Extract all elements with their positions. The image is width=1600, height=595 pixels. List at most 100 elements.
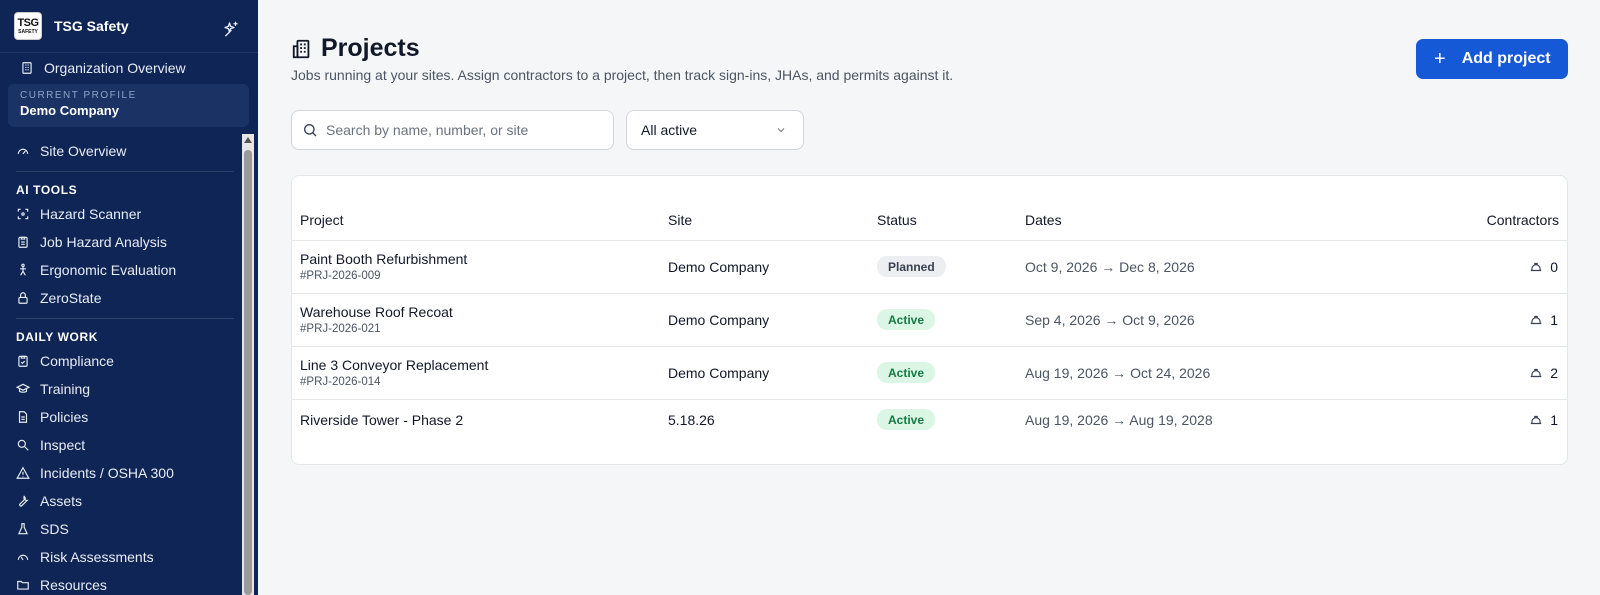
hard-hat-icon [1530,368,1542,378]
sidebar-header: TSG SAFETY TSG Safety [0,0,258,53]
sidebar-item-job-hazard-analysis[interactable]: Job Hazard Analysis [0,228,242,256]
current-profile-value: Demo Company [20,103,119,118]
column-header-contractors[interactable]: Contractors [1487,212,1559,228]
plus-icon: + [1434,47,1446,70]
divider [16,318,234,319]
status-badge: Active [877,409,936,430]
table-row[interactable]: Line 3 Conveyor Replacement #PRJ-2026-01… [292,347,1567,400]
site-cell: Demo Company [668,259,770,275]
sidebar-item-label: Ergonomic Evaluation [40,262,177,278]
sidebar-item-label: Risk Assessments [40,549,154,565]
scan-icon [17,208,29,220]
column-header-status[interactable]: Status [877,212,917,228]
sidebar-item-resources[interactable]: Resources [0,571,242,595]
sidebar-nav: Site Overview AI TOOLS Hazard Scanner Jo… [0,132,242,595]
sidebar-item-training[interactable]: Training [0,375,242,403]
sidebar-item-policies[interactable]: Policies [0,403,242,431]
project-cell: Riverside Tower - Phase 2 [300,412,463,428]
current-profile[interactable]: CURRENT PROFILE Demo Company [8,84,249,127]
project-name[interactable]: Warehouse Roof Recoat [300,304,453,320]
current-profile-label: CURRENT PROFILE [20,90,137,101]
page-header: Projects [291,34,420,63]
add-project-label: Add project [1461,50,1551,67]
tsg-logo[interactable]: TSG SAFETY [14,12,42,40]
clipboard-icon [18,236,28,248]
table-row[interactable]: Paint Booth Refurbishment #PRJ-2026-009 … [292,241,1567,294]
building-icon [292,39,310,58]
project-name[interactable]: Riverside Tower - Phase 2 [300,412,463,428]
wrench-icon [19,495,29,507]
person-icon [20,263,26,276]
lock-icon [18,292,28,304]
project-name[interactable]: Paint Booth Refurbishment [300,251,467,267]
org-overview-label: Organization Overview [44,60,186,76]
status-filter-select[interactable]: All active [626,110,804,150]
divider [16,171,234,172]
gauge-icon [17,554,29,561]
chevron-down-icon [777,128,785,133]
sidebar-item-inspect[interactable]: Inspect [0,431,242,459]
sidebar-item-label: Resources [40,577,107,593]
add-project-button[interactable]: + Add project [1416,39,1568,79]
sidebar-item-assets[interactable]: Assets [0,487,242,515]
project-number: #PRJ-2026-021 [300,323,381,335]
org-overview-link[interactable]: Organization Overview [20,60,186,76]
sidebar-item-incidents[interactable]: Incidents / OSHA 300 [0,459,242,487]
sidebar-item-site-overview[interactable]: Site Overview [0,137,242,165]
table-header: Project Site Status Dates Contractors [292,176,1567,241]
contractor-count: 1 [1550,312,1558,328]
clipboard-check-icon [18,355,28,367]
sidebar-item-label: Assets [40,493,83,509]
table-row[interactable]: Riverside Tower - Phase 2 5.18.26 Active… [292,400,1567,453]
contractor-count: 0 [1550,259,1558,275]
sidebar-item-sds[interactable]: SDS [0,515,242,543]
main-content: Projects Jobs running at your sites. Ass… [258,0,1600,595]
sidebar-item-label: Job Hazard Analysis [40,234,167,250]
project-cell: Line 3 Conveyor Replacement #PRJ-2026-01… [300,357,488,388]
building-icon [22,62,32,74]
site-cell: Demo Company [668,365,770,381]
folder-icon [17,580,29,590]
sidebar-item-label: Policies [40,409,89,425]
sidebar-item-compliance[interactable]: Compliance [0,347,242,375]
sidebar-item-label: Training [40,381,91,397]
search-box[interactable] [291,110,614,150]
sparkle-pin-icon[interactable] [222,20,240,38]
sidebar-item-zerostate[interactable]: ZeroState [0,284,242,312]
project-name[interactable]: Line 3 Conveyor Replacement [300,357,488,373]
flask-icon [18,523,28,535]
scrollbar-thumb[interactable] [244,150,252,595]
search-input[interactable] [326,122,596,138]
sidebar-scrollbar[interactable] [242,134,254,595]
search-icon [304,124,317,137]
contractors-cell: 0 [1529,259,1558,275]
status-badge: Active [877,362,936,383]
dates-cell: Aug 19, 2026 → Aug 19, 2028 [1025,412,1213,428]
column-header-dates[interactable]: Dates [1025,212,1062,228]
table-row[interactable]: Warehouse Roof Recoat #PRJ-2026-021 Demo… [292,294,1567,347]
contractor-count: 2 [1550,365,1558,381]
sidebar-item-label: SDS [40,521,69,537]
hard-hat-icon [1530,415,1542,425]
column-header-project[interactable]: Project [300,212,344,228]
hard-hat-icon [1530,262,1542,272]
site-cell: Demo Company [668,312,770,328]
section-ai-tools: AI TOOLS [16,183,78,197]
sidebar-item-hazard-scanner[interactable]: Hazard Scanner [0,200,242,228]
contractors-cell: 1 [1529,312,1558,328]
dates-cell: Oct 9, 2026 → Dec 8, 2026 [1025,259,1195,275]
sidebar-item-ergonomic-evaluation[interactable]: Ergonomic Evaluation [0,256,242,284]
sidebar: TSG SAFETY TSG Safety Organization Overv… [0,0,258,595]
warning-icon [16,466,30,479]
document-icon [18,411,28,423]
graduation-cap-icon [16,383,30,393]
scroll-up-arrow-icon[interactable] [244,137,252,143]
project-number: #PRJ-2026-009 [300,270,381,282]
project-number: #PRJ-2026-014 [300,376,381,388]
sidebar-item-label: Site Overview [40,143,127,159]
sidebar-item-risk-assessments[interactable]: Risk Assessments [0,543,242,571]
column-header-site[interactable]: Site [668,212,692,228]
status-filter-value: All active [641,122,698,138]
site-cell: 5.18.26 [668,412,715,428]
sidebar-item-label: Hazard Scanner [40,206,142,222]
